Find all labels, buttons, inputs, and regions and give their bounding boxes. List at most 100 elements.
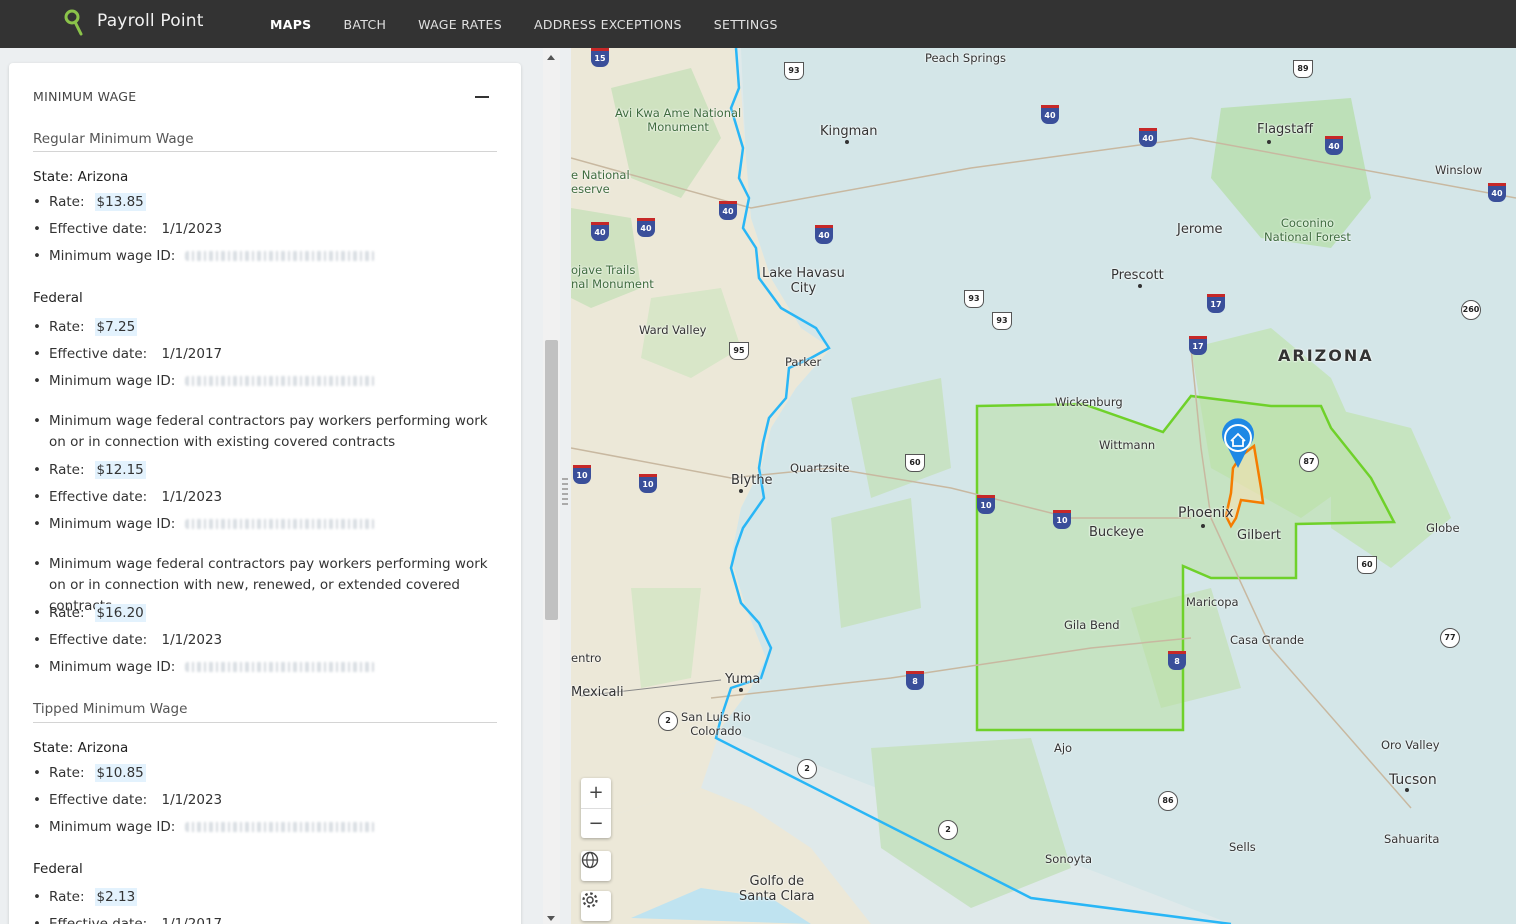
interstate-shield: 40 <box>1139 128 1157 147</box>
nav-maps[interactable]: MAPS <box>270 17 311 32</box>
zoom-controls: + − <box>581 778 611 838</box>
place-label: ojave Trails nal Monument <box>571 263 654 291</box>
place-label: Lake Havasu City <box>762 266 845 296</box>
redacted-id <box>185 251 376 261</box>
nav-batch[interactable]: BATCH <box>343 17 386 32</box>
state-highway-shield: 2 <box>938 820 958 840</box>
place-label: Sonoyta <box>1045 852 1093 866</box>
rate-value: $2.13 <box>94 888 138 906</box>
app-title: Payroll Point <box>97 11 204 31</box>
city-dot <box>739 489 743 493</box>
place-label: Yuma <box>725 672 761 687</box>
resize-grip-icon[interactable] <box>562 478 568 506</box>
place-label: e National eserve <box>571 168 630 196</box>
interstate-shield: 15 <box>591 48 609 67</box>
place-label: entro <box>571 651 602 665</box>
main-nav: MAPS BATCH WAGE RATES ADDRESS EXCEPTIONS… <box>270 0 810 48</box>
state-rate-row: • Rate: $13.85 <box>33 193 146 211</box>
interstate-shield: 17 <box>1189 336 1207 355</box>
rate-value: $12.15 <box>94 461 146 479</box>
section-divider <box>33 722 497 723</box>
nav-settings[interactable]: SETTINGS <box>714 17 778 32</box>
interstate-shield: 10 <box>573 465 591 484</box>
place-label: Wickenburg <box>1055 395 1123 409</box>
tipped-federal-rate-row: • Rate: $2.13 <box>33 888 138 906</box>
interstate-shield: 40 <box>637 218 655 237</box>
place-label: San Luis Rio Colorado <box>681 710 751 738</box>
rate-value: $10.85 <box>94 764 146 782</box>
us-highway-shield: 60 <box>905 454 925 472</box>
place-label: Globe <box>1426 521 1460 535</box>
place-label: Maricopa <box>1186 595 1239 609</box>
nav-address-exceptions[interactable]: ADDRESS EXCEPTIONS <box>534 17 682 32</box>
place-label: Kingman <box>820 124 878 139</box>
nav-wage-rates[interactable]: WAGE RATES <box>418 17 502 32</box>
interstate-shield: 8 <box>1168 651 1186 670</box>
zoom-out-button[interactable]: − <box>581 809 611 838</box>
regular-section-title: Regular Minimum Wage <box>33 131 194 147</box>
place-label: Prescott <box>1111 268 1164 283</box>
federal-date-row: • Effective date: 1/1/2017 <box>33 346 223 362</box>
state-label: ARIZONA <box>1278 346 1374 365</box>
federal-id-row: • Minimum wage ID: <box>33 373 376 389</box>
tipped-state-rate-row: • Rate: $10.85 <box>33 764 146 782</box>
contract1-id-row: • Minimum wage ID: <box>33 516 376 532</box>
place-label: Wittmann <box>1099 438 1156 452</box>
contract2-date-row: • Effective date: 1/1/2023 <box>33 632 223 648</box>
place-label: Ajo <box>1054 741 1073 755</box>
place-label: Blythe <box>731 473 773 488</box>
interstate-shield: 40 <box>1041 105 1059 124</box>
place-label: Gilbert <box>1237 528 1281 543</box>
place-label: Mexicali <box>571 685 624 700</box>
interstate-shield: 40 <box>815 225 833 244</box>
tipped-federal-date-row: • Effective date: 1/1/2017 <box>33 916 223 924</box>
tipped-state-title: State: Arizona <box>33 740 129 756</box>
place-label: Buckeye <box>1089 525 1145 540</box>
scroll-down-arrow-icon[interactable] <box>547 916 555 921</box>
contract1-date-row: • Effective date: 1/1/2023 <box>33 489 223 505</box>
city-dot <box>1405 788 1409 792</box>
us-highway-shield: 60 <box>1357 556 1377 574</box>
scroll-up-arrow-icon[interactable] <box>547 55 555 60</box>
interstate-shield: 10 <box>639 474 657 493</box>
tipped-state-date-row: • Effective date: 1/1/2023 <box>33 792 223 808</box>
interstate-shield: 40 <box>591 222 609 241</box>
tipped-state-id-row: • Minimum wage ID: <box>33 819 376 835</box>
globe-button[interactable] <box>581 851 611 881</box>
interstate-shield: 10 <box>977 495 995 514</box>
redacted-id <box>185 519 376 529</box>
map-view[interactable]: Peach Springs Kingman Flagstaff Winslow … <box>571 48 1516 924</box>
contract2-id-row: • Minimum wage ID: <box>33 659 376 675</box>
interstate-shield: 8 <box>906 671 924 690</box>
interstate-shield: 40 <box>1488 183 1506 202</box>
redacted-id <box>185 822 376 832</box>
city-dot <box>739 688 743 692</box>
contract2-rate-row: • Rate: $16.20 <box>33 604 146 622</box>
card-header: MINIMUM WAGE <box>33 89 137 104</box>
state-highway-shield: 2 <box>658 711 678 731</box>
place-label: Sahuarita <box>1384 832 1440 846</box>
place-label: Jerome <box>1177 222 1223 237</box>
place-label: Casa Grande <box>1230 633 1305 647</box>
us-highway-shield: 93 <box>992 312 1012 330</box>
place-label: Peach Springs <box>925 51 1007 65</box>
scrollbar-thumb[interactable] <box>545 340 558 620</box>
rate-value: $16.20 <box>94 604 146 622</box>
redacted-id <box>185 662 376 672</box>
interstate-shield: 40 <box>1325 136 1343 155</box>
interstate-shield: 17 <box>1207 294 1225 313</box>
top-navigation-bar: Payroll Point MAPS BATCH WAGE RATES ADDR… <box>0 0 1516 48</box>
city-dot <box>845 140 849 144</box>
interstate-shield: 10 <box>1053 510 1071 529</box>
state-highway-shield: 77 <box>1440 628 1460 648</box>
map-settings-button[interactable] <box>581 891 611 921</box>
zoom-in-button[interactable]: + <box>581 778 611 809</box>
us-highway-shield: 95 <box>729 342 749 360</box>
state-highway-shield: 87 <box>1299 452 1319 472</box>
rate-value: $7.25 <box>94 318 138 336</box>
place-label: Gila Bend <box>1064 618 1120 632</box>
section-divider <box>33 151 497 152</box>
us-highway-shield: 89 <box>1293 60 1313 78</box>
collapse-icon[interactable] <box>475 96 489 98</box>
place-label: Sells <box>1229 840 1256 854</box>
